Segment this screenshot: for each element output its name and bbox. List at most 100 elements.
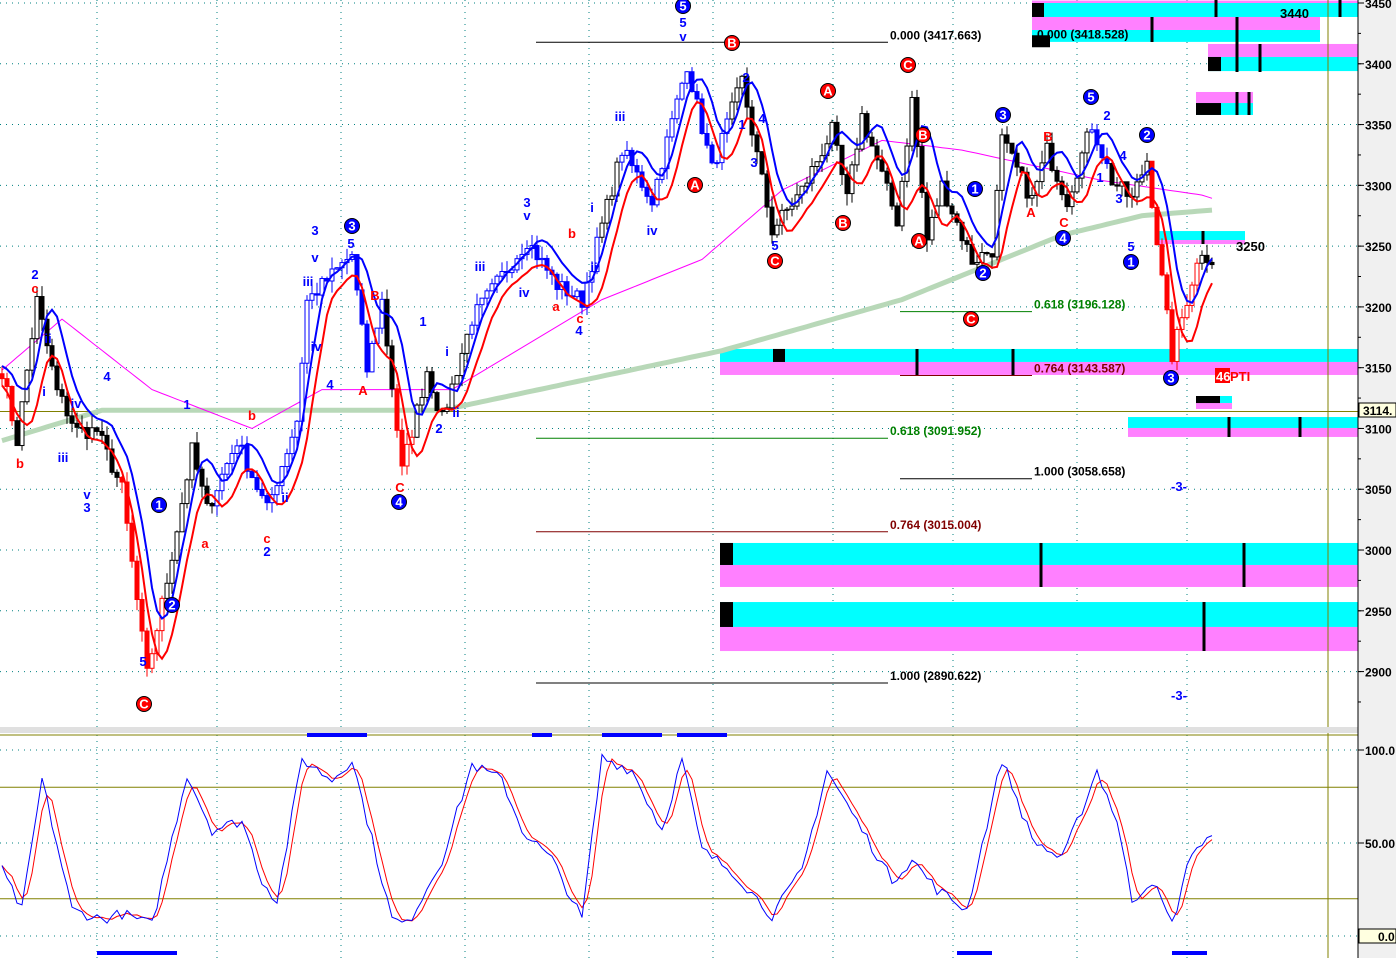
trading-chart[interactable]: 0.000 (3417.663) 0.618 (3196.128) 0.764 (3… [0, 0, 1396, 958]
wave-circle-label: 4 [395, 495, 403, 510]
fib-label: 1.000 (3058.658) [1034, 465, 1125, 479]
wave-label: 2 [31, 267, 38, 282]
candle-body [679, 82, 685, 100]
candle-body [1204, 254, 1210, 263]
pti-label: PTI [1230, 369, 1250, 384]
candle-body [239, 444, 245, 447]
candle-body [1184, 304, 1190, 319]
candle-body [924, 191, 930, 241]
candle-body [1064, 194, 1070, 208]
y-tick-label: 3350 [1365, 119, 1392, 133]
candle-body [254, 477, 260, 490]
candle-body [334, 267, 340, 270]
fib-label: 0.764 (3015.004) [890, 518, 981, 532]
candle-body [199, 468, 205, 487]
candle-body [189, 442, 195, 481]
candle-body [224, 463, 230, 475]
candle-body [1199, 254, 1205, 264]
wave-circle-label: 3 [348, 219, 355, 234]
candle-body [939, 180, 945, 207]
candle-body [209, 502, 215, 507]
candle-body [179, 503, 185, 533]
y-tick-label: 3400 [1365, 58, 1392, 72]
candle-body [814, 161, 820, 168]
candle-body [1194, 262, 1200, 286]
price-zone [1196, 91, 1253, 104]
candle-body [634, 165, 640, 173]
price-zone [720, 348, 1358, 362]
candle-body [284, 453, 290, 468]
signal-bar [97, 951, 177, 955]
candle-body [424, 371, 430, 398]
candle-body [434, 392, 440, 412]
candle-body [389, 345, 395, 390]
candle-body [974, 261, 980, 265]
wave-label: 5 [679, 15, 686, 30]
candle-body [774, 224, 780, 236]
candle-body [844, 174, 850, 195]
candle-body [729, 101, 735, 120]
candle-body [1159, 244, 1165, 276]
wave-label: 1 [183, 397, 190, 412]
wave-circle-label: 2 [1143, 128, 1150, 143]
wave-label: 3 [1115, 191, 1122, 206]
wave-label: 4 [326, 377, 334, 392]
candle-body [584, 281, 590, 308]
candle-body [149, 653, 155, 669]
candle-body [4, 378, 10, 387]
candle-body [494, 275, 500, 285]
fib-label: 0.618 (3091.952) [890, 424, 981, 438]
wave-label: 3 [311, 223, 318, 238]
candle-body [469, 324, 475, 335]
candle-body [1009, 142, 1015, 154]
candle-body [364, 323, 370, 373]
candle-body [654, 178, 660, 206]
candle-body [489, 283, 495, 292]
wave-label: 1 [1096, 170, 1103, 185]
candle-body [714, 162, 720, 165]
wave-label: 3 [750, 155, 757, 170]
wave-label: 2 [435, 421, 442, 436]
y-tick-label: 2950 [1365, 605, 1392, 619]
price-zone [1157, 231, 1245, 241]
candle-body [764, 173, 770, 208]
wave-label: 2 [263, 544, 270, 559]
candle-body [184, 479, 190, 505]
wave-label: c [31, 281, 38, 296]
candle-body [769, 206, 775, 236]
wave-label: B [1043, 129, 1052, 144]
level-3440-label: 3440 [1280, 6, 1309, 21]
y-tick-label: 0.0 [1378, 930, 1395, 944]
zone-marker-block [1208, 56, 1221, 72]
level-3250-label: 3250 [1236, 239, 1265, 254]
candle-body [464, 333, 470, 354]
signal-bar [532, 733, 552, 737]
candle-body [1164, 274, 1170, 311]
candle-body [174, 531, 180, 561]
wave-label: 4 [758, 111, 766, 126]
wave-label: ii [44, 331, 51, 346]
candle-body [64, 395, 70, 417]
candle-body [604, 198, 610, 224]
candle-body [194, 442, 200, 470]
wave-label: a [201, 536, 209, 551]
candle-body [1004, 134, 1010, 144]
wave-label: 4 [1119, 148, 1127, 163]
candle-body [904, 145, 910, 182]
wave-label: ii [281, 490, 288, 505]
wave-circle-label: C [770, 254, 780, 269]
candle-body [619, 154, 625, 163]
candle-body [499, 271, 505, 277]
price-zone [720, 626, 1358, 652]
wave-label: v [679, 29, 687, 44]
wave-circle-label: B [727, 36, 736, 51]
candle-body [1074, 177, 1080, 193]
candle-body [1039, 162, 1045, 183]
zone-marker-block [1196, 103, 1221, 115]
candle-body [54, 365, 60, 391]
wave-circle-label: 3 [1167, 371, 1174, 386]
candle-body [639, 171, 645, 188]
wave-circle-label: 1 [1127, 255, 1134, 270]
candle-body [404, 443, 410, 467]
signal-bar [677, 733, 727, 737]
